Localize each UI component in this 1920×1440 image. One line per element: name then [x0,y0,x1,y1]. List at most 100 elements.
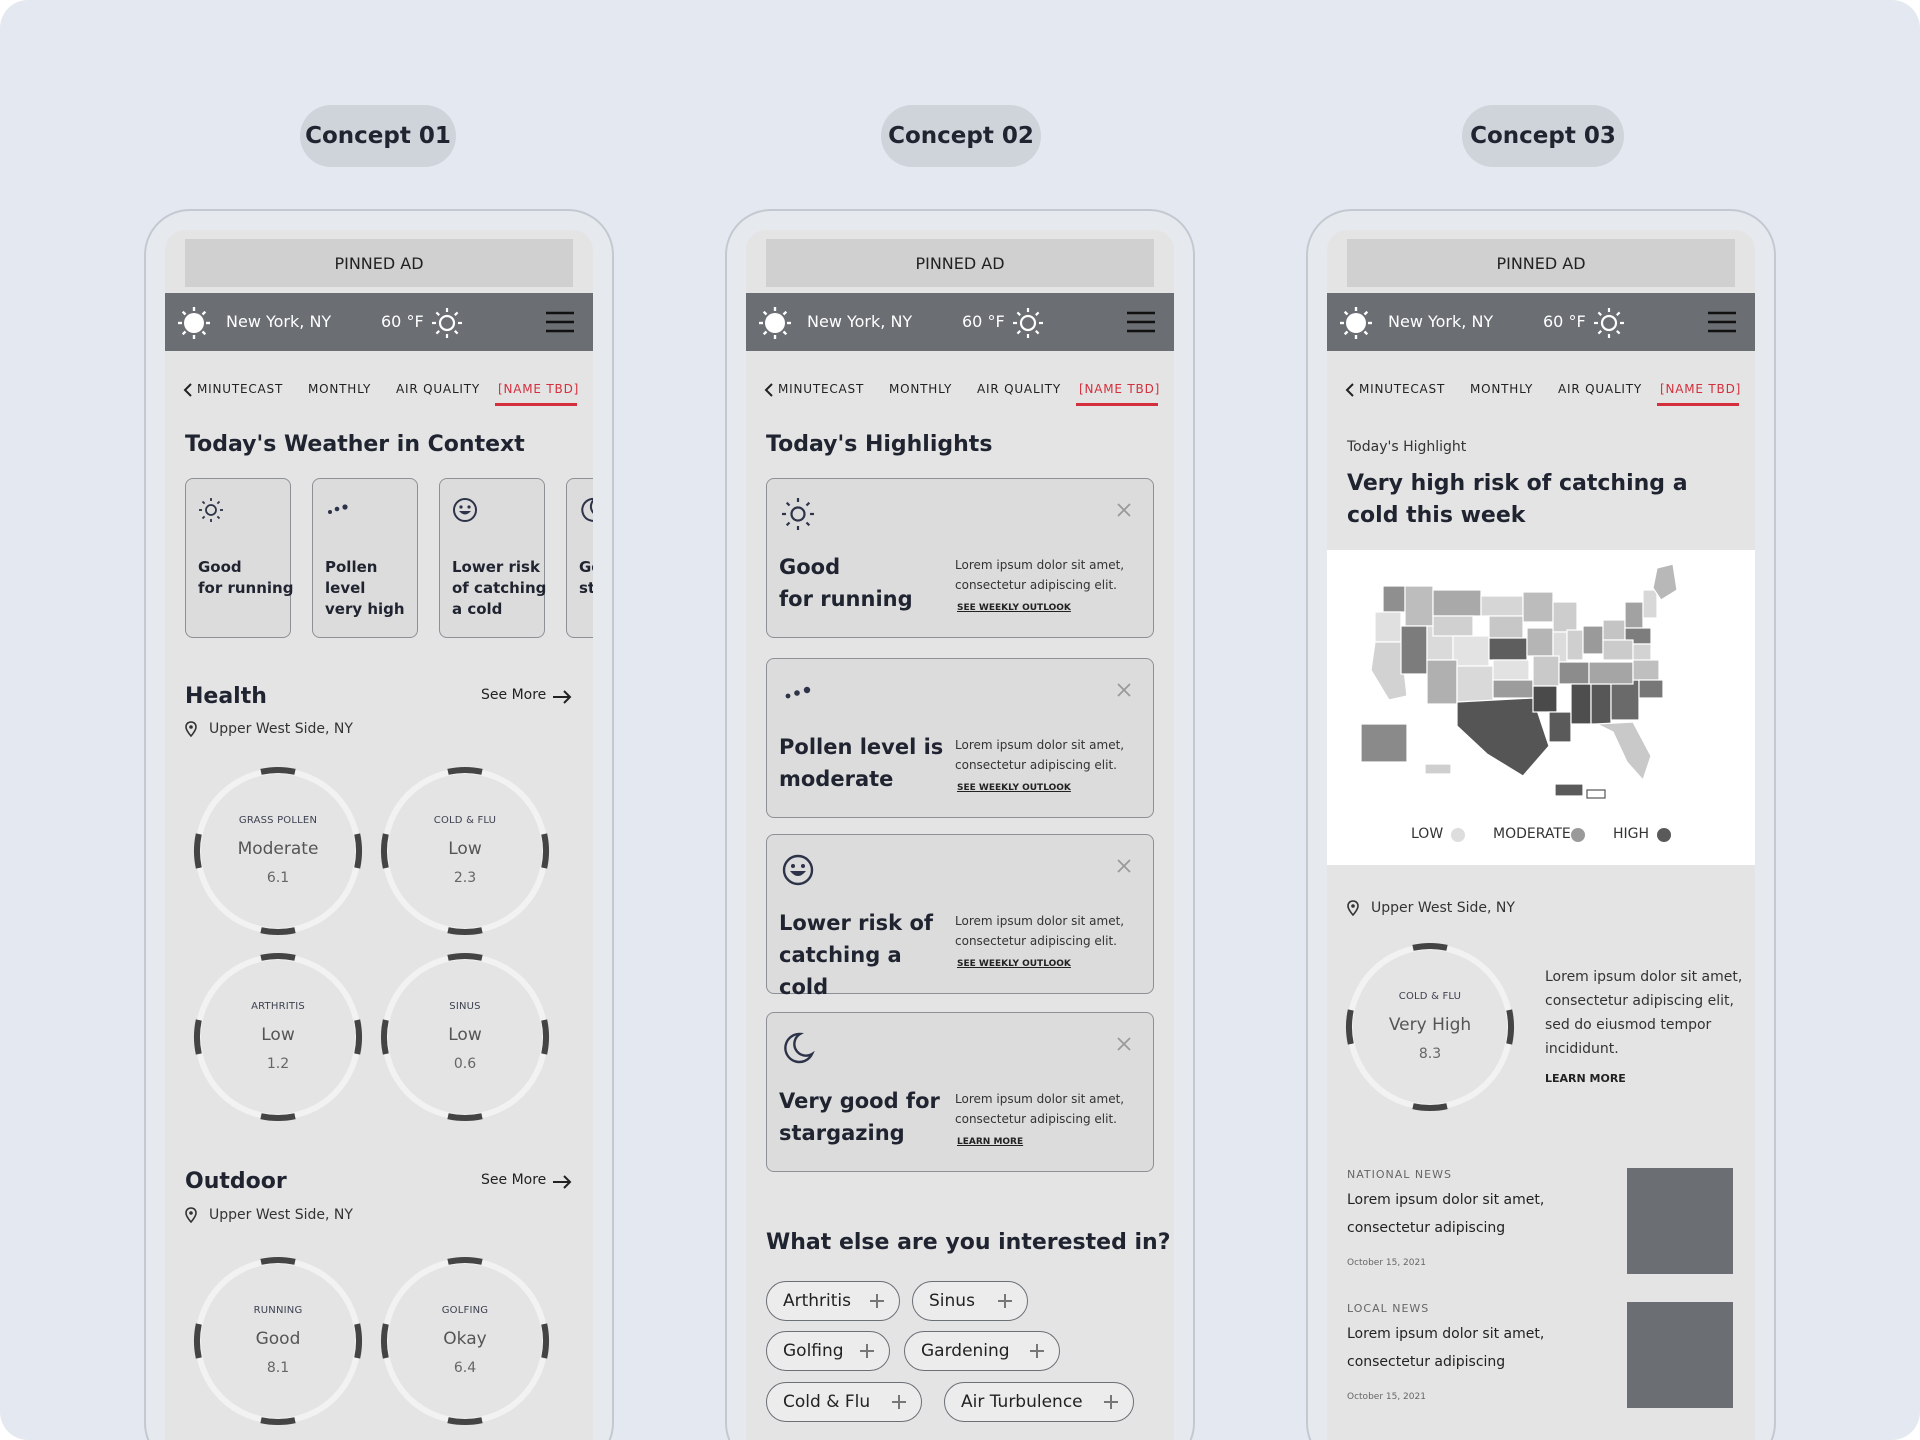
smiley-icon [453,498,477,522]
moon-icon [581,497,593,522]
news-thumbnail[interactable] [1627,1168,1733,1274]
see-more-link[interactable]: See More [481,687,546,703]
see-weekly-outlook-link[interactable]: SEE WEEKLY OUTLOOK [957,603,1071,613]
see-weekly-outlook-link[interactable]: SEE WEEKLY OUTLOOK [957,959,1071,969]
close-icon[interactable] [1117,683,1131,697]
location-label: Upper West Side, NY [209,1207,353,1223]
context-card[interactable]: Good for running [185,478,293,638]
highlight-card[interactable]: Very good for stargazing Lorem ipsum dol… [766,1012,1154,1172]
map-pin-icon [1347,900,1359,916]
tab-monthly[interactable]: MONTHLY [889,382,952,396]
gauge-level: Okay [443,1329,487,1349]
tab-monthly[interactable]: MONTHLY [1470,382,1533,396]
sun-outline-icon [1013,308,1043,338]
moon-icon [784,1032,815,1064]
hamburger-menu-icon[interactable] [1126,310,1156,334]
tab-minutecast[interactable]: MINUTECAST [778,382,864,396]
city-name[interactable]: New York, NY [226,312,331,331]
chevron-left-icon[interactable] [1345,383,1355,397]
tab-air-quality[interactable]: AIR QUALITY [1558,382,1642,396]
chip-label: Arthritis [783,1291,852,1311]
arrow-right-icon[interactable] [552,1175,572,1189]
sun-outline-icon [432,308,462,338]
chevron-left-icon[interactable] [183,383,193,397]
highlight-title: Very high risk of catching a cold this w… [1347,471,1688,528]
pinned-ad[interactable]: PINNED AD [185,239,573,287]
tab-bar: MINUTECAST MONTHLY AIR QUALITY [NAME TBD… [746,370,1174,408]
outdoor-title: Outdoor [185,1169,287,1194]
map-pin-icon [185,1207,197,1223]
sun-icon [178,307,210,339]
highlight-body: Lorem ipsum dolor sit amet, consectetur … [955,558,1125,592]
gauge[interactable]: RUNNING Good 8.1 [193,1256,363,1426]
legend-low-swatch [1451,828,1465,842]
learn-more-link[interactable]: LEARN MORE [957,1137,1023,1147]
tab-monthly[interactable]: MONTHLY [308,382,371,396]
highlight-card[interactable]: Pollen level is moderate Lorem ipsum dol… [766,658,1154,818]
chip-air-turbulence[interactable]: Air Turbulence [944,1382,1134,1422]
news-date: October 15, 2021 [1347,1392,1426,1402]
tab-name-tbd[interactable]: [NAME TBD] [1079,382,1160,396]
news-thumbnail[interactable] [1627,1302,1733,1408]
gauge-value: 8.1 [266,1360,290,1376]
see-weekly-outlook-link[interactable]: SEE WEEKLY OUTLOOK [957,783,1071,793]
gauge-name: GRASS POLLEN [238,815,318,826]
learn-more-link[interactable]: LEARN MORE [1545,1072,1626,1085]
smiley-icon [782,854,814,886]
chip-arthritis[interactable]: Arthritis [766,1281,900,1321]
highlight-card[interactable]: Lower risk of catching a cold Lorem ipsu… [766,834,1154,999]
gauge[interactable]: SINUS Low 0.6 [380,952,550,1122]
news-headline[interactable]: Lorem ipsum dolor sit amet, consectetur … [1347,1320,1547,1376]
plus-icon [1104,1395,1118,1409]
highlight-body: Lorem ipsum dolor sit amet, consectetur … [955,914,1125,948]
tab-minutecast[interactable]: MINUTECAST [197,382,283,396]
see-more-link[interactable]: See More [481,1172,546,1188]
hamburger-menu-icon[interactable] [1707,310,1737,334]
pinned-ad[interactable]: PINNED AD [766,239,1154,287]
arrow-right-icon[interactable] [552,690,572,704]
plus-icon [892,1395,906,1409]
hamburger-menu-icon[interactable] [545,310,575,334]
gauge-level: Low [448,1025,482,1045]
context-card[interactable]: Pollen level very high [312,478,418,638]
news-headline[interactable]: Lorem ipsum dolor sit amet, consectetur … [1347,1186,1547,1242]
tab-name-tbd[interactable]: [NAME TBD] [498,382,579,396]
pinned-ad[interactable]: PINNED AD [1347,239,1735,287]
tab-minutecast[interactable]: MINUTECAST [1359,382,1445,396]
legend-high: HIGH [1613,826,1650,842]
context-card-label: Go st [579,558,593,597]
us-risk-map[interactable]: LOW MODERATE HIGH [1327,550,1755,865]
highlight-card[interactable]: Good for running Lorem ipsum dolor sit a… [766,478,1154,638]
close-icon[interactable] [1117,859,1131,873]
city-name[interactable]: New York, NY [807,312,912,331]
close-icon[interactable] [1117,1037,1131,1051]
close-icon[interactable] [1117,503,1131,517]
tab-air-quality[interactable]: AIR QUALITY [977,382,1061,396]
context-card[interactable]: Go st [566,478,593,638]
chip-gardening[interactable]: Gardening [904,1331,1060,1371]
gauge[interactable]: COLD & FLU Low 2.3 [380,766,550,936]
tab-air-quality[interactable]: AIR QUALITY [396,382,480,396]
context-card[interactable]: Lower risk of catching a cold [439,478,546,638]
gauge-value: 8.3 [1418,1046,1442,1062]
chip-sinus[interactable]: Sinus [912,1281,1028,1321]
chip-label: Sinus [929,1291,975,1311]
chevron-left-icon[interactable] [764,383,774,397]
map-pin-icon [185,721,197,737]
gauge[interactable]: ARTHRITIS Low 1.2 [193,952,363,1122]
chip-cold-flu[interactable]: Cold & Flu [766,1382,922,1422]
city-name[interactable]: New York, NY [1388,312,1493,331]
tab-name-tbd[interactable]: [NAME TBD] [1660,382,1741,396]
gauge-name: GOLFING [441,1305,489,1316]
gauge[interactable]: GOLFING Okay 6.4 [380,1256,550,1426]
chip-golfing[interactable]: Golfing [766,1331,890,1371]
gauge[interactable]: COLD & FLU Very High 8.3 [1345,942,1515,1112]
sun-icon [1340,307,1372,339]
gauge[interactable]: GRASS POLLEN Moderate 6.1 [193,766,363,936]
top-bar: New York, NY 60 °F [746,293,1174,351]
gauge-name: ARTHRITIS [251,1001,305,1012]
gauge-level: Very High [1388,1015,1472,1035]
highlight-kicker: Today's Highlight [1347,439,1467,455]
temperature: 60 °F [962,312,1005,331]
gauge-value: 1.2 [266,1056,290,1072]
